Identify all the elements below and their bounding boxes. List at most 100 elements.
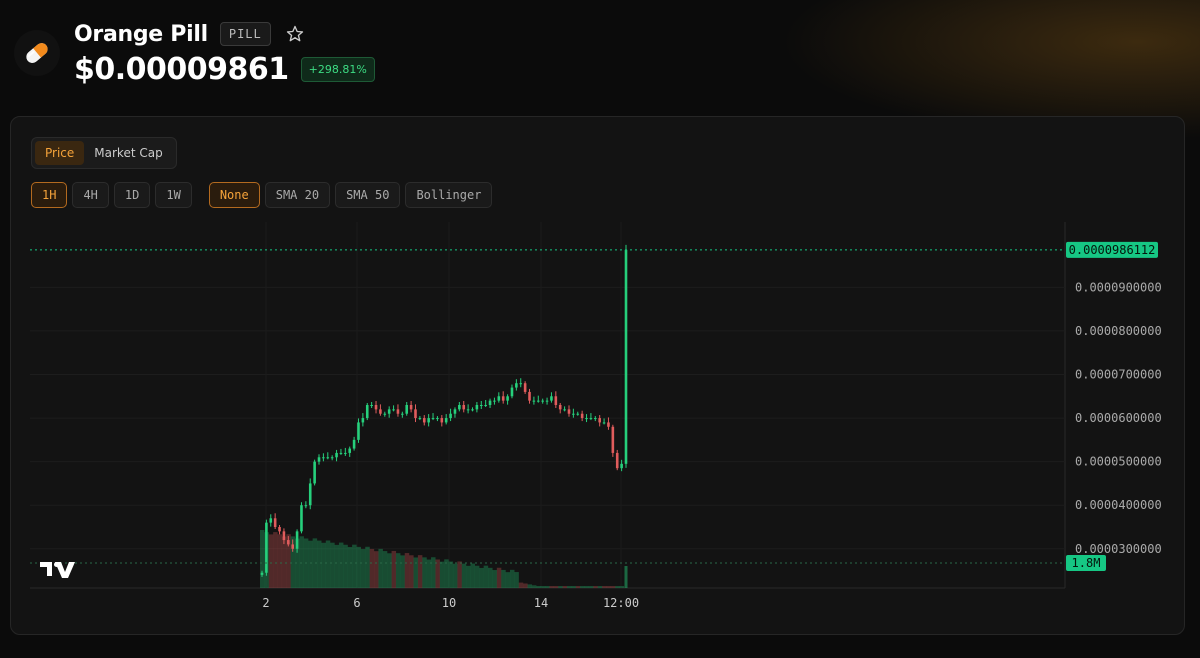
- volume-bar: [268, 534, 274, 588]
- volume-bar: [277, 534, 283, 588]
- candle-body: [567, 409, 571, 414]
- candle-body: [515, 383, 518, 388]
- volume-bar: [395, 553, 401, 588]
- volume-bar: [549, 586, 554, 588]
- price-chart[interactable]: 0.0000900000 0.0000800000 0.0000700000 0.00…: [0, 0, 1200, 658]
- candle-body: [313, 461, 316, 484]
- candle-body: [418, 418, 422, 420]
- volume-bar: [518, 582, 524, 588]
- candle-body: [532, 400, 536, 402]
- candle-body: [594, 418, 597, 420]
- candle-body: [374, 405, 378, 410]
- volume-bar: [536, 586, 541, 588]
- candle-body: [295, 531, 299, 549]
- candle-body: [585, 418, 588, 420]
- candle-body: [550, 396, 553, 401]
- candle-body: [278, 527, 281, 532]
- candle-body: [392, 409, 395, 411]
- candle-body: [357, 422, 360, 440]
- volume-bar: [457, 561, 462, 588]
- volume-bar: [365, 546, 370, 588]
- candle-body: [444, 418, 448, 423]
- candle-body: [598, 418, 601, 423]
- volume-bar: [417, 555, 423, 588]
- candle-body: [607, 422, 610, 427]
- candle-body: [484, 405, 487, 406]
- volume-bar: [400, 555, 405, 588]
- candle-body: [379, 409, 382, 414]
- candle-body: [304, 505, 308, 507]
- volume-bar: [413, 557, 418, 588]
- candle-body: [383, 413, 387, 415]
- candle-body: [317, 457, 321, 462]
- volume-bar: [488, 567, 493, 588]
- candle-body: [611, 426, 615, 453]
- volume-bar: [387, 553, 392, 588]
- volume-bar: [325, 540, 331, 588]
- candle-body: [339, 452, 343, 454]
- candle-body: [330, 457, 334, 459]
- volume-bar: [492, 570, 497, 588]
- volume-bar: [281, 536, 287, 588]
- volume-bar: [378, 548, 383, 588]
- volume-bar: [439, 561, 445, 588]
- volume-bar: [610, 586, 616, 588]
- candle-body: [620, 463, 623, 469]
- candle-body: [523, 383, 527, 392]
- volume-bar: [496, 567, 502, 588]
- candle-body: [519, 383, 523, 385]
- volume-label: 1.8M: [1072, 556, 1101, 570]
- candle-body: [287, 540, 290, 545]
- candle-body: [497, 396, 501, 401]
- volume-bar: [299, 536, 304, 588]
- candle-body: [300, 505, 303, 532]
- volume-bar: [606, 586, 611, 588]
- volume-bar: [540, 586, 546, 588]
- candle-body: [471, 409, 474, 411]
- candle-body: [370, 405, 373, 406]
- candle-body: [291, 544, 294, 549]
- volume-bar: [624, 566, 628, 588]
- candle-body: [436, 418, 439, 420]
- candle-body: [335, 452, 338, 458]
- volume-bar: [369, 548, 375, 588]
- volume-bar: [514, 572, 519, 588]
- volume-bar: [356, 546, 361, 588]
- candle-body: [260, 572, 264, 575]
- volume-bar: [330, 542, 335, 588]
- candle-body: [282, 531, 286, 541]
- candle-body: [453, 409, 457, 414]
- volume-bar: [615, 586, 620, 588]
- candle-body: [265, 522, 268, 573]
- y-tick-label: 0.0000800000: [1075, 324, 1162, 338]
- volume-bar: [588, 586, 594, 588]
- volume-bar: [501, 569, 506, 588]
- volume-bar: [391, 550, 397, 588]
- x-tick-label: 12:00: [603, 596, 639, 610]
- volume-bar: [584, 586, 590, 588]
- volume-bar: [308, 540, 313, 588]
- candle-body: [510, 387, 514, 397]
- candle-body: [322, 457, 325, 459]
- volume-bar: [343, 544, 348, 588]
- candle-body: [365, 405, 369, 419]
- volume-bar: [479, 567, 484, 588]
- volume-bar: [580, 586, 585, 588]
- volume-bar: [523, 583, 528, 588]
- y-tick-label: 0.0000500000: [1075, 455, 1162, 469]
- candle-body: [427, 418, 430, 423]
- candle-body: [405, 405, 409, 414]
- candle-body: [462, 405, 466, 410]
- y-tick-label: 0.0000600000: [1075, 411, 1162, 425]
- candle-body: [422, 418, 426, 423]
- volume-bar: [426, 559, 432, 588]
- candle-body: [572, 413, 575, 415]
- candle-body: [554, 396, 558, 405]
- volume-bar: [483, 565, 489, 588]
- volume-bar: [527, 584, 533, 588]
- candle-body: [352, 439, 356, 449]
- candle-body: [545, 400, 549, 402]
- volume-bar: [260, 530, 265, 588]
- volume-bar: [360, 549, 366, 588]
- candle-body: [326, 457, 330, 459]
